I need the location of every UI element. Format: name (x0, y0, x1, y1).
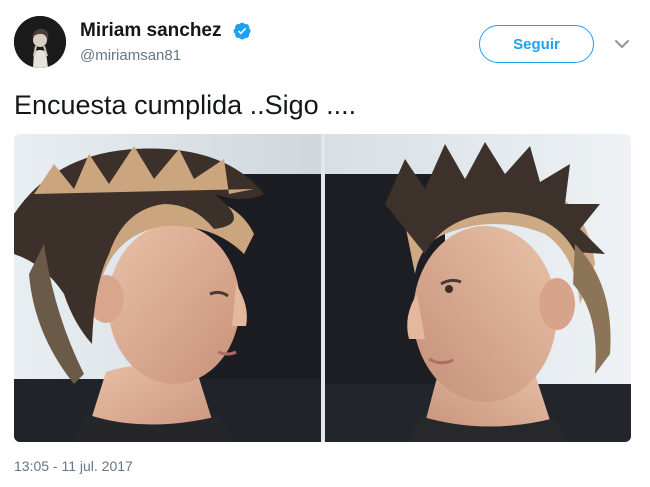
follow-button[interactable]: Seguir (479, 25, 594, 63)
media-grid (14, 134, 631, 442)
photo-left[interactable] (14, 134, 321, 442)
photo-right-image (325, 134, 631, 442)
photo-left-image (14, 134, 321, 442)
avatar-image (14, 16, 66, 68)
tweet-timestamp[interactable]: 13:05 - 11 jul. 2017 (14, 458, 133, 474)
photo-right[interactable] (325, 134, 631, 442)
tweet-text: Encuesta cumplida ..Sigo .... (14, 90, 357, 120)
chevron-down-icon[interactable] (614, 38, 630, 50)
verified-badge-icon (233, 22, 251, 40)
avatar[interactable] (14, 16, 66, 68)
display-name[interactable]: Miriam sanchez (80, 20, 222, 42)
tweet-card: Miriam sanchez @miriamsan81 Seguir Encue… (0, 0, 650, 487)
user-handle[interactable]: @miriamsan81 (80, 47, 181, 64)
